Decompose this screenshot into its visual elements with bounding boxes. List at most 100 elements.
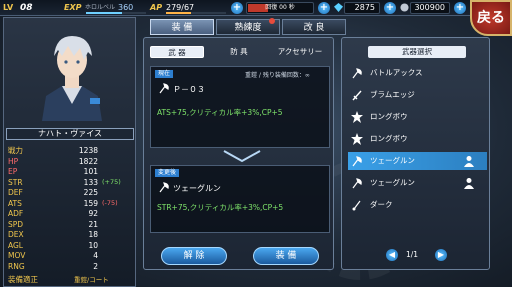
recover-label: 回復 00 秒 (265, 4, 295, 11)
stat-label: ADF (8, 209, 24, 218)
stat-label: AGL (8, 240, 23, 250)
top-status-bar: LV 08 EXP ホロルベル 360 AP 279/67 + 回復 00 秒 … (0, 0, 512, 16)
tab-proficiency-label: 熟練度 (234, 23, 262, 33)
stat-value: 18 (88, 230, 98, 239)
aptitude-value: 重鎧/コート (74, 276, 109, 284)
ap-bar (166, 12, 226, 14)
stat-value: 4 (93, 251, 98, 260)
currency2-plus-button[interactable]: + (454, 2, 466, 14)
stat-value: 1822 (78, 156, 98, 166)
sword-icon (352, 90, 362, 101)
current-weapon-box: 現在 重鎧 / 残り装備回数：∞ Ｐ－０３ ATS+75,クリティカル率+3%,… (150, 66, 330, 148)
stat-label: STR (8, 177, 23, 187)
after-tag: 変更後 (155, 169, 180, 177)
stat-value: 101 (83, 167, 98, 176)
stat-label: 戦力 (8, 146, 23, 155)
chevron-down-icon (223, 150, 261, 163)
current-note: 重鎧 / 残り装備回数：∞ (245, 72, 310, 79)
currency1-value: 2875 (344, 2, 380, 14)
dagger-icon (352, 200, 361, 211)
after-weapon-box: 変更後 ツェーグルン STR+75,クリティカル率+3%,CP+5 (150, 165, 330, 233)
weapon-name: ロングボウ (370, 112, 408, 121)
page-indicator: 1/1 (406, 250, 419, 259)
subtab-armor[interactable]: 防 具 (212, 46, 266, 58)
exp-label: EXP (64, 3, 82, 12)
star-icon (351, 111, 363, 123)
stat-label: RNG (8, 261, 25, 271)
equip-button[interactable]: 装 備 (253, 247, 319, 265)
character-panel: ナハト・ヴァイス 戦力 1238 HP 1822 EP 101 STR 133 (+75) DEF… (3, 17, 136, 287)
axe-icon (352, 178, 362, 189)
weapon-list-item[interactable]: バトルアックス (348, 64, 487, 82)
subtab-weapon[interactable]: 武 器 (150, 46, 204, 58)
weapon-name: ツェーグルン (370, 156, 415, 165)
star-icon (351, 133, 363, 145)
axe-icon (352, 68, 362, 79)
stat-value: 21 (88, 219, 98, 229)
weapon-list-item[interactable]: ブラムエッジ (348, 86, 487, 104)
weapon-name: ブラムエッジ (370, 90, 415, 99)
current-effect: ATS+75,クリティカル率+3%,CP+5 (157, 108, 283, 117)
stat-value: 10 (88, 240, 98, 250)
weapon-name: バトルアックス (370, 68, 423, 77)
currency1-plus-button[interactable]: + (384, 2, 396, 14)
stat-label: SPD (8, 219, 24, 229)
weapon-name: ダーク (370, 200, 393, 209)
prev-page-button[interactable]: ◀ (386, 249, 398, 261)
subtab-accessory[interactable]: アクセサリー (270, 46, 330, 58)
tab-equipment[interactable]: 装 備 (150, 19, 214, 35)
stat-modifier: (-75) (102, 198, 118, 207)
after-effect: STR+75,クリティカル率+3%,CP+5 (157, 203, 284, 212)
after-weapon-name: ツェーグルン (173, 184, 221, 193)
coin-icon (400, 3, 409, 12)
weapon-name: ツェーグルン (370, 178, 415, 187)
ap-current: 279/ (166, 3, 184, 12)
character-portrait (42, 36, 102, 121)
currency2-value: 300900 (410, 2, 450, 14)
stat-label: ATS (8, 198, 22, 208)
weapon-list-item[interactable]: ロングボウ (348, 108, 487, 126)
level-value: 08 (20, 3, 33, 13)
ap-plus-button[interactable]: + (231, 2, 243, 14)
stat-label: EP (8, 167, 18, 176)
ap-label: AP (150, 3, 163, 12)
aptitude-label: 装備適正 (8, 275, 38, 284)
stat-modifier: (+75) (102, 177, 121, 186)
equipment-compare-panel: 武 器 防 具 アクセサリー 現在 重鎧 / 残り装備回数：∞ Ｐ－０３ ATS… (143, 37, 334, 270)
tab-proficiency[interactable]: 熟練度 (216, 18, 280, 35)
stat-value: 1238 (78, 146, 98, 155)
weapon-list-item[interactable]: ロングボウ (348, 130, 487, 148)
current-tag: 現在 (155, 70, 174, 78)
weapon-list-item[interactable]: ツェーグルン (348, 152, 487, 170)
weapon-list-item[interactable]: ツェーグルン (348, 174, 487, 192)
recover-timer: 回復 00 秒 (246, 2, 314, 14)
unequip-button[interactable]: 解 除 (161, 247, 227, 265)
weapon-select-title: 武器選択 (368, 46, 466, 58)
current-weapon-name: Ｐ－０３ (173, 85, 205, 94)
weapon-name: ロングボウ (370, 134, 408, 143)
ap-bar-fill (166, 12, 191, 14)
axe-icon (159, 182, 169, 193)
stat-value: 225 (83, 188, 98, 197)
stat-label: MOV (8, 251, 26, 260)
equipped-person-icon (464, 156, 474, 167)
stat-value: 92 (88, 209, 98, 218)
stat-label: HP (8, 156, 19, 166)
weapon-list-item[interactable]: ダーク (348, 196, 487, 214)
next-page-button[interactable]: ▶ (435, 249, 447, 261)
axe-icon (159, 83, 169, 94)
stat-value: 159 (83, 198, 98, 208)
gem-icon (334, 3, 343, 12)
equipped-person-icon (464, 178, 474, 189)
recover-plus-button[interactable]: + (318, 2, 330, 14)
weapon-select-panel: 武器選択 バトルアックス ブラムエッジ ロングボウ ロングボウ ツェーグルン ツェーグルン… (341, 37, 490, 270)
tab-improve[interactable]: 改 良 (282, 19, 346, 35)
axe-icon (352, 156, 362, 167)
character-name: ナハト・ヴァイス (6, 128, 134, 140)
back-button[interactable]: 戻る (470, 0, 512, 36)
stat-label: DEX (8, 230, 24, 239)
stat-label: DEF (8, 188, 23, 197)
stat-value: 133 (83, 177, 98, 187)
ap-max: 67 (183, 3, 195, 12)
exp-bar (86, 12, 146, 14)
